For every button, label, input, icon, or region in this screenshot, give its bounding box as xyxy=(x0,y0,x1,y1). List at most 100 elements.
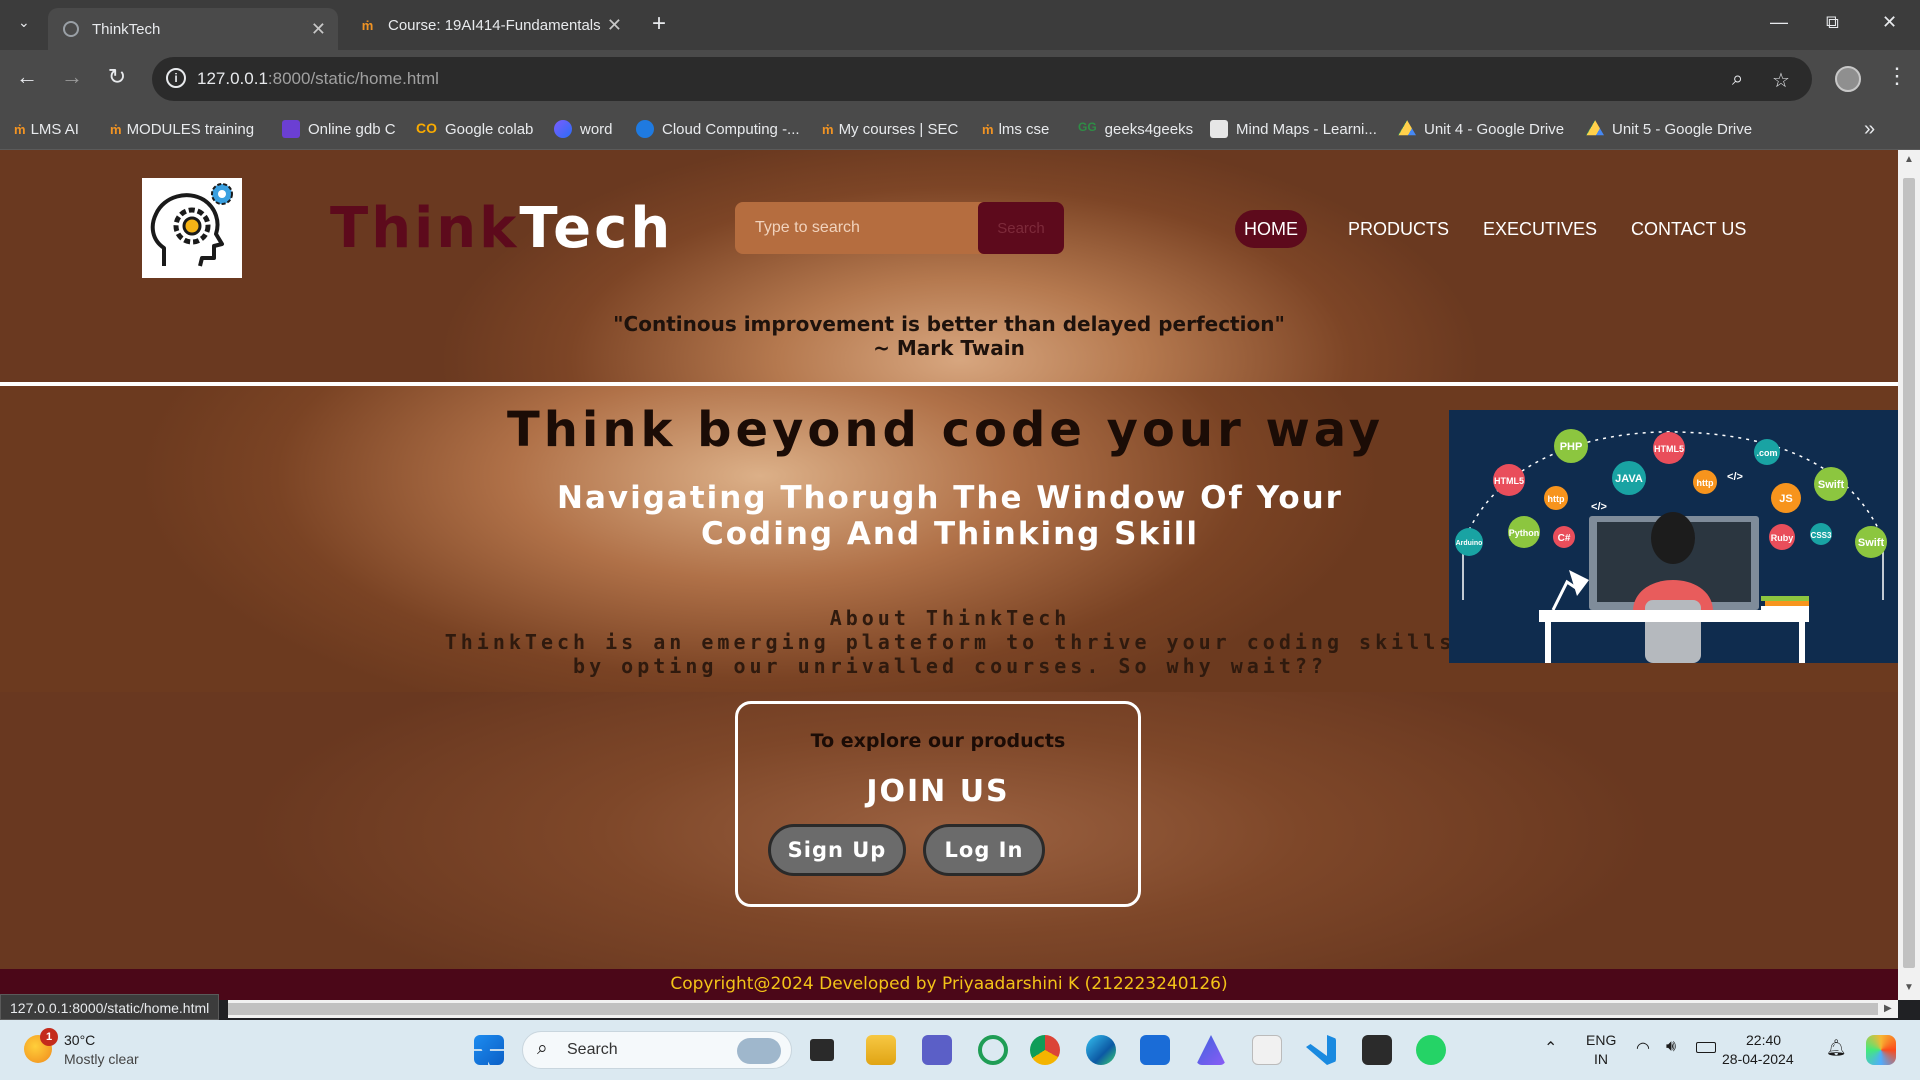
tab-thinktech[interactable]: ThinkTech ✕ xyxy=(48,8,338,50)
clock-date[interactable]: 28-04-2024 xyxy=(1722,1051,1794,1067)
gfg-icon: GG xyxy=(1078,120,1097,134)
mindmap-icon xyxy=(1210,120,1228,138)
scroll-up-icon[interactable]: ▲ xyxy=(1904,154,1914,165)
copilot-icon[interactable] xyxy=(1866,1035,1896,1065)
reload-button[interactable]: ↻ xyxy=(102,64,132,90)
terminal-icon[interactable] xyxy=(1362,1035,1392,1065)
tab-course[interactable]: ṁ Course: 19AI414-Fundamentals ✕ xyxy=(344,8,634,42)
bookmark-item[interactable]: Unit 5 - Google Drive xyxy=(1586,118,1752,140)
task-view-icon[interactable] xyxy=(810,1039,834,1061)
teams-icon[interactable] xyxy=(922,1035,952,1065)
search-input[interactable] xyxy=(735,202,978,254)
moodle-icon: ṁ xyxy=(14,121,26,137)
bookmark-item[interactable]: CO Google colab xyxy=(416,118,533,140)
svg-text:CSS3: CSS3 xyxy=(1811,531,1832,540)
colab-icon: CO xyxy=(416,120,437,136)
horizontal-scrollbar[interactable]: ▶ xyxy=(228,1000,1898,1018)
nav-executives[interactable]: EXECUTIVES xyxy=(1483,210,1597,248)
more-bookmarks-icon[interactable]: » xyxy=(1864,118,1875,140)
svg-text:</>: </> xyxy=(1591,501,1607,513)
search-button[interactable]: Search xyxy=(978,202,1064,254)
bookmark-item[interactable]: Cloud Computing -... xyxy=(636,118,800,140)
profile-avatar[interactable] xyxy=(1835,66,1861,92)
wifi-icon[interactable]: ◠ xyxy=(1636,1038,1650,1058)
copilot-app-icon[interactable] xyxy=(1196,1035,1226,1065)
brain-gear-icon xyxy=(150,183,233,267)
clock-time[interactable]: 22:40 xyxy=(1746,1032,1781,1048)
browser-tab-bar: ⌄ ThinkTech ✕ ṁ Course: 19AI414-Fundamen… xyxy=(0,0,1920,50)
close-icon[interactable]: ✕ xyxy=(607,15,622,36)
web-page: ThinkTech Search HOME PRODUCTS EXECUTIVE… xyxy=(0,150,1898,1000)
tab-title: ThinkTech xyxy=(92,20,161,38)
taskbar-search[interactable]: ⌕ Search xyxy=(522,1031,792,1069)
edge-icon[interactable] xyxy=(1086,1035,1116,1065)
address-bar[interactable]: i 127.0.0.1:8000/static/home.html ⌕ ☆ xyxy=(152,57,1812,101)
site-info-icon[interactable]: i xyxy=(166,68,186,88)
nav-products[interactable]: PRODUCTS xyxy=(1348,210,1449,248)
app-ring-icon[interactable] xyxy=(978,1035,1008,1065)
sign-up-button[interactable]: Sign Up xyxy=(768,824,906,876)
log-in-button[interactable]: Log In xyxy=(923,824,1045,876)
new-tab-button[interactable]: + xyxy=(652,10,666,38)
address-url[interactable]: 127.0.0.1:8000/static/home.html xyxy=(197,69,439,89)
store-icon[interactable] xyxy=(1140,1035,1170,1065)
paint-icon[interactable] xyxy=(1252,1035,1282,1065)
bookmark-item[interactable]: Online gdb C xyxy=(282,118,396,140)
quote: "Continous improvement is better than de… xyxy=(0,312,1898,360)
scroll-down-icon[interactable]: ▼ xyxy=(1904,982,1914,993)
bookmark-item[interactable]: ṁ lms cse xyxy=(982,118,1049,140)
join-title: To explore our products xyxy=(810,730,1066,752)
restore-button[interactable]: ⧉ xyxy=(1826,12,1839,33)
taskbar-search-label: Search xyxy=(567,1041,618,1058)
tag-php: PHP xyxy=(1560,441,1583,453)
nav-contact-us[interactable]: CONTACT US xyxy=(1631,210,1746,248)
scroll-right-icon[interactable]: ▶ xyxy=(1884,1003,1892,1014)
search-icon: ⌕ xyxy=(537,1038,548,1059)
site-brand[interactable]: ThinkTech xyxy=(330,196,673,261)
tab-title: Course: 19AI414-Fundamentals xyxy=(388,16,601,34)
bookmark-item[interactable]: Mind Maps - Learni... xyxy=(1210,118,1377,140)
file-explorer-icon[interactable] xyxy=(866,1035,896,1065)
bookmark-item[interactable]: ṁ MODULES training xyxy=(110,118,254,140)
weather-desc[interactable]: Mostly clear xyxy=(64,1051,139,1067)
forward-button[interactable]: → xyxy=(57,64,87,90)
minimize-button[interactable]: — xyxy=(1770,12,1788,33)
scrollbar-thumb[interactable] xyxy=(1903,178,1915,968)
chevron-up-icon[interactable]: ⌃ xyxy=(1544,1038,1557,1058)
quote-author: ~ Mark Twain xyxy=(873,336,1025,360)
svg-text:HTML5: HTML5 xyxy=(1494,476,1524,486)
bookmark-item[interactable]: ṁ My courses | SEC xyxy=(822,118,958,140)
nav-home[interactable]: HOME xyxy=(1235,210,1307,248)
vertical-scrollbar[interactable]: ▲ ▼ xyxy=(1898,150,1920,1000)
battery-icon[interactable] xyxy=(1696,1042,1716,1053)
whatsapp-icon[interactable] xyxy=(1416,1035,1446,1065)
bookmark-item[interactable]: ṁ LMS AI xyxy=(14,118,79,140)
chrome-icon[interactable] xyxy=(1030,1035,1060,1065)
coding-illustration: PHP HTML5 JAVA HTML5 http http .com Swif… xyxy=(1449,410,1898,663)
bookmark-item[interactable]: Unit 4 - Google Drive xyxy=(1398,118,1564,140)
zoom-icon[interactable]: ⌕ xyxy=(1732,68,1743,91)
drive-icon xyxy=(1586,120,1604,136)
svg-text:HTML5: HTML5 xyxy=(1654,444,1684,454)
language-secondary[interactable]: IN xyxy=(1594,1051,1608,1067)
bookmark-item[interactable]: GG geeks4geeks xyxy=(1078,118,1193,140)
windows-start-icon[interactable] xyxy=(474,1035,504,1065)
bookmark-star-icon[interactable]: ☆ xyxy=(1772,68,1790,93)
weather-temp[interactable]: 30°C xyxy=(64,1032,95,1048)
svg-text:JAVA: JAVA xyxy=(1615,473,1643,485)
notification-bell-icon[interactable]: 🔔︎ xyxy=(1826,1038,1846,1058)
vscode-icon[interactable] xyxy=(1306,1035,1336,1065)
volume-icon[interactable]: 🔊︎ xyxy=(1666,1038,1676,1056)
scrollbar-thumb[interactable] xyxy=(228,1003,1878,1015)
language-primary[interactable]: ENG xyxy=(1586,1032,1616,1048)
svg-text:Swift: Swift xyxy=(1858,537,1885,549)
about-title: About ThinkTech xyxy=(829,606,1071,630)
site-logo[interactable] xyxy=(142,178,242,278)
bookmark-item[interactable]: word xyxy=(554,118,613,140)
tab-search-icon[interactable]: ⌄ xyxy=(18,14,30,31)
close-icon[interactable]: ✕ xyxy=(311,19,326,40)
close-window-button[interactable]: ✕ xyxy=(1882,12,1897,33)
svg-text:JS: JS xyxy=(1779,493,1792,505)
menu-kebab-icon[interactable]: ⋮ xyxy=(1886,63,1908,89)
back-button[interactable]: ← xyxy=(12,64,42,90)
